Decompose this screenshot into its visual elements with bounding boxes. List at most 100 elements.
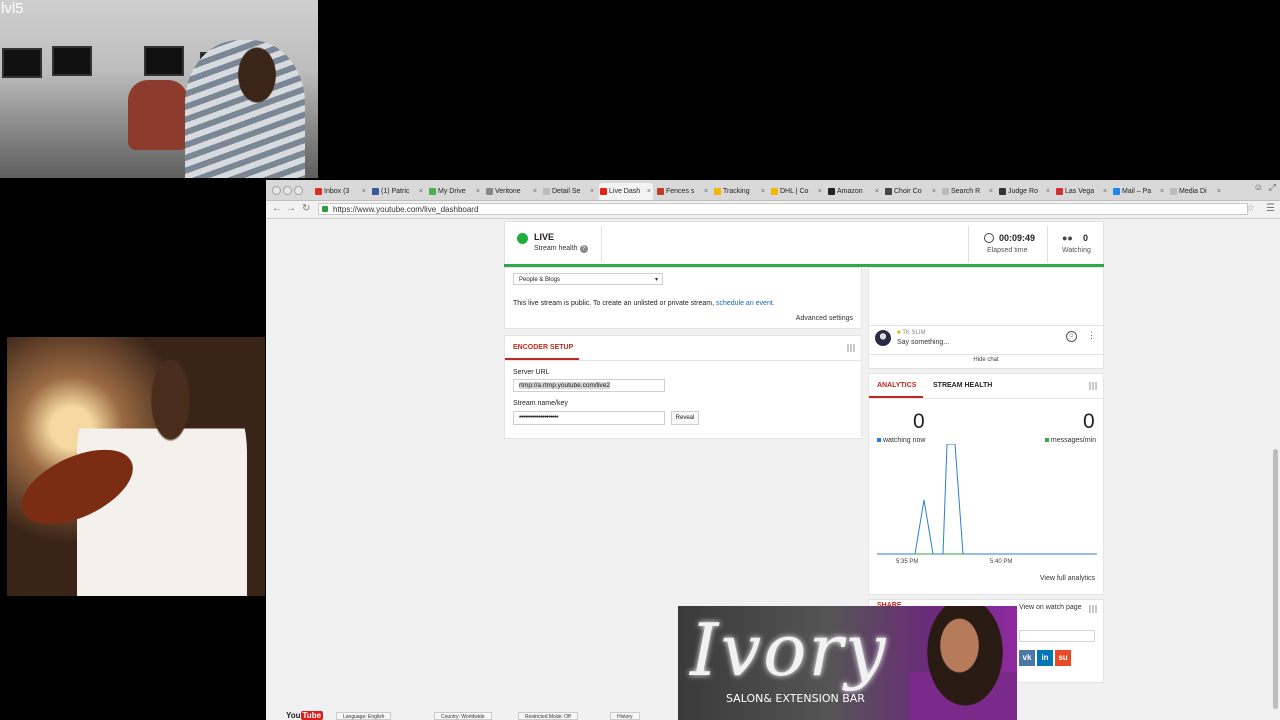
lock-icon [322,206,328,212]
scrollbar[interactable] [1273,449,1278,709]
avatar [875,330,891,346]
advanced-settings-link[interactable]: Advanced settings [796,315,853,322]
tab-label: Media Di [1179,188,1207,195]
hide-chat-button[interactable]: Hide chat [869,357,1103,363]
tab-close-icon[interactable]: × [533,183,537,200]
browser-tab[interactable]: DHL | Co × [770,183,824,200]
vk-share-icon[interactable]: vk [1019,650,1035,666]
restricted-mode-button[interactable]: Restricted Mode: Off [518,712,578,720]
back-icon[interactable]: ← [272,203,282,214]
forward-icon[interactable]: → [286,203,296,214]
favicon-icon [657,187,664,195]
close-window-button[interactable] [272,186,281,195]
fullscreen-icon[interactable]: ⤢ [1269,182,1276,193]
tab-close-icon[interactable]: × [818,183,822,200]
bookmark-star-icon[interactable]: ☆ [1246,203,1255,214]
stream-key-field[interactable]: •••••••••••••••••••• [513,411,665,425]
axis-tick-label: 5:40 PM [990,559,1013,565]
schedule-event-link[interactable]: schedule an event. [716,300,775,307]
stream-health-label[interactable]: Stream health? [534,245,588,253]
tab-close-icon[interactable]: × [761,183,765,200]
browser-tab[interactable]: Tracking × [713,183,767,200]
browser-tab[interactable]: Choir Co × [884,183,938,200]
divider [869,354,1103,355]
browser-tab[interactable]: Live Dash × [599,183,653,200]
more-options-icon[interactable]: ⋮ [1087,330,1096,340]
drag-handle-icon[interactable] [1089,382,1097,390]
browser-tab[interactable]: Detail Se × [542,183,596,200]
tab-close-icon[interactable]: × [1103,183,1107,200]
browser-tab[interactable]: Mail – Pa × [1112,183,1166,200]
stream-info-card: People & Blogs ▾ This live stream is publ… [504,267,862,329]
browser-tab[interactable]: Search R × [941,183,995,200]
tab-close-icon[interactable]: × [875,183,879,200]
browser-tab[interactable]: Judge Ro × [998,183,1052,200]
chat-input[interactable]: Say something... [897,339,949,346]
youtube-logo[interactable]: You Tube [286,711,324,720]
ad-logo-script: Ivory [690,608,888,692]
browser-tab[interactable]: (1) Patric × [371,183,425,200]
address-bar: ← → ↻ https://www.youtube.com/live_dashb… [266,201,1280,219]
tab-close-icon[interactable]: × [989,183,993,200]
drag-handle-icon[interactable] [847,344,855,352]
country-button[interactable]: Country: Worldwide [434,712,492,720]
tab-close-icon[interactable]: × [1217,183,1221,200]
browser-tab[interactable]: My Drive × [428,183,482,200]
zoom-window-button[interactable] [294,186,303,195]
view-on-watch-page-link[interactable]: View on watch page [1019,604,1082,611]
tab-close-icon[interactable]: × [647,183,651,200]
category-select[interactable]: People & Blogs ▾ [513,273,663,285]
cam-label: lvl5 [1,0,24,17]
chair [128,80,188,150]
tab-close-icon[interactable]: × [476,183,480,200]
favicon-icon [771,187,778,195]
language-button[interactable]: Language: English [336,712,392,720]
browser-tab[interactable]: Fences s × [656,183,710,200]
tab-stream-health[interactable]: STREAM HEALTH [933,382,992,389]
webcam-feed-violinist [7,337,265,596]
view-full-analytics-link[interactable]: View full analytics [1040,575,1095,582]
divider [869,398,1103,399]
live-chat-card: ■ TK SLIM Say something... ☺ ⋮ Hide chat [868,267,1104,369]
background-monitor [144,46,184,76]
browser-tab[interactable]: Inbox (3 × [314,183,368,200]
tab-close-icon[interactable]: × [704,183,708,200]
minimize-window-button[interactable] [283,186,292,195]
tab-close-icon[interactable]: × [419,183,423,200]
encoder-setup-title[interactable]: ENCODER SETUP [513,344,573,351]
browser-tab[interactable]: Media Di × [1169,183,1223,200]
profile-icon[interactable]: ☺ [1254,182,1263,193]
tab-close-icon[interactable]: × [362,183,366,200]
salon-ad-overlay: Ivory SALON& EXTENSION BAR [678,606,1017,720]
stumbleupon-share-icon[interactable]: su [1055,650,1071,666]
reload-icon[interactable]: ↻ [302,203,310,214]
server-url-field[interactable]: rtmp://a.rtmp.youtube.com/live2 [513,379,665,392]
linkedin-share-icon[interactable]: in [1037,650,1053,666]
encoder-setup-card: ENCODER SETUP Server URL rtmp://a.rtmp.y… [504,335,862,439]
browser-tab[interactable]: Veritone × [485,183,539,200]
browser-tab[interactable]: Amazon × [827,183,881,200]
reveal-button[interactable]: Reveal [671,411,699,425]
drag-handle-icon[interactable] [1089,605,1097,613]
tab-analytics[interactable]: ANALYTICS [877,382,916,389]
help-icon[interactable]: ? [579,245,588,253]
watching-line [877,444,1097,555]
browser-tab[interactable]: Las Vega × [1055,183,1109,200]
sparkline-chart [877,444,1097,555]
tab-label: DHL | Co [780,188,809,195]
tab-label: Judge Ro [1008,188,1038,195]
menu-icon[interactable]: ☰ [1266,203,1275,214]
tab-close-icon[interactable]: × [1046,183,1050,200]
tab-close-icon[interactable]: × [1160,183,1164,200]
tab-label: Amazon [837,188,863,195]
favicon-icon [543,187,550,195]
emoji-icon[interactable]: ☺ [1066,331,1077,342]
share-url-field[interactable] [1019,630,1095,642]
tab-close-icon[interactable]: × [590,183,594,200]
tab-close-icon[interactable]: × [932,183,936,200]
url-field[interactable]: https://www.youtube.com/live_dashboard [318,203,1248,215]
tab-label: (1) Patric [381,188,410,195]
history-button[interactable]: History [610,712,640,720]
clock-icon [984,233,994,243]
tab-label: My Drive [438,188,466,195]
